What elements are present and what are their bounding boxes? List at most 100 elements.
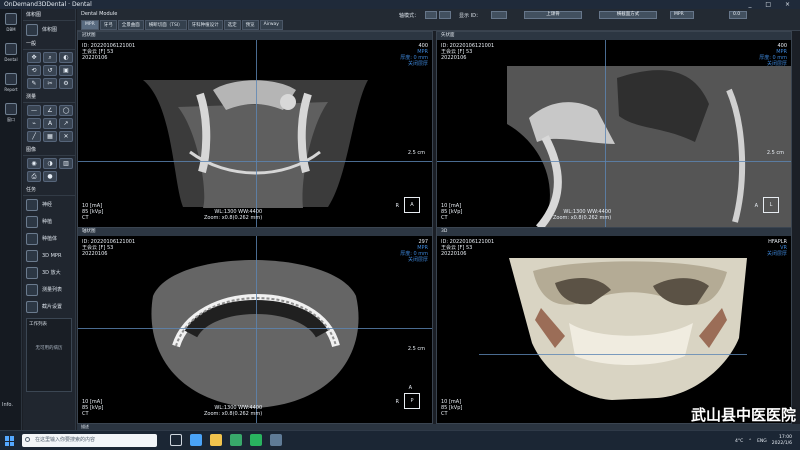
3d-render-info: HFAPLR VR 关闭层厚 [766,239,787,257]
axis-mode-box-2[interactable] [439,11,451,19]
sagittal-cross-horizontal [437,161,791,162]
3d-patient-info: ID: 20220106121001 王会云 [F] 53 20220106 [441,239,495,257]
taskbar-clock[interactable]: 17:00 2022/1/6 [772,435,792,447]
wechat-icon[interactable] [250,434,262,446]
camera-button[interactable]: ◉ [27,158,41,169]
nav-report[interactable]: Report [0,69,22,99]
color-button[interactable]: ● [43,171,57,182]
app-green-icon[interactable] [230,434,242,446]
task-implant-body[interactable]: 种植体 [23,230,75,247]
info-label[interactable]: Info. [2,402,13,408]
cut-tool-button[interactable]: ✂ [43,78,57,89]
mpr-icon [26,249,38,262]
report-icon [5,73,17,85]
coronal-slice-info: 400 MPR 厚度: 0 mm 关闭层厚 [400,43,428,67]
module-toolbar: Dental Module MPR 牙弓 全景曲面 横断切面（TSI） 牙科种植… [77,9,800,31]
tab-select[interactable]: 选定 [223,20,241,30]
search-icon [25,437,30,442]
section-measure-title: 测量 [23,91,75,103]
task-nerve[interactable]: 神经 [23,196,75,213]
line-button[interactable]: ╱ [27,131,41,142]
viewport-sagittal[interactable]: 矢状面 ID: 20220106121001 王会云 [F] 53 20220106… [436,31,792,228]
nav-dental[interactable]: Dental [0,39,22,69]
window-icon [5,103,17,115]
system-tray: 4°C ⌃ ENG 17:00 2022/1/6 [735,433,792,449]
mode-select[interactable]: MPR [670,11,694,19]
task-implant[interactable]: 种植 [23,213,75,230]
coronal-orientation-cube[interactable]: A [404,197,420,213]
tool-panel: 体积图 体积图 一般 ✥ ⌕ ◐ ⟲ ↺ ▣ ✎ ✂ ⚙ 测量 — ∠ ◯ ⌁ A ↗ ╱ ▦ ✕ 图像… [23,9,76,430]
weather-text[interactable]: 4°C [735,439,743,444]
ruler-button[interactable]: — [27,105,41,116]
layout-button[interactable]: ▥ [59,158,73,169]
print-button[interactable]: ⎙ [27,171,41,182]
nav-dbm[interactable]: DBM [0,9,22,39]
sagittal-orientation-left: A [754,203,758,209]
task-3d-mpr[interactable]: 3D MPR [23,247,75,264]
window-controls[interactable]: _ □ × [748,0,796,9]
rotate-tool-button[interactable]: ⟲ [27,65,41,76]
viewport-coronal[interactable]: 冠状图 ID: 20220106121001 王会云 [F] 53 20220106… [77,31,433,228]
axial-slice-info: 297 MPR 厚度: 0 mm 关闭层厚 [400,239,428,263]
capture-tool-button[interactable]: ▣ [59,65,73,76]
cross-section-mode-button[interactable]: 横截面方式 [599,11,657,19]
nav-window[interactable]: 窗口 [0,99,22,129]
module-title: Dental Module [81,11,118,17]
task-cross-section[interactable]: 截片设置 [23,298,75,315]
tab-implant-planning[interactable]: 牙科种植设计 [187,20,223,30]
reset-tool-button[interactable]: ↺ [43,65,57,76]
tooth-icon [5,43,17,55]
window-level-button[interactable]: ◐ [59,52,73,63]
file-explorer-icon[interactable] [210,434,222,446]
arrow-button[interactable]: ↗ [59,118,73,129]
tab-airway[interactable]: Airway [259,20,283,30]
taskbar-apps [170,434,282,446]
invert-button[interactable]: ◑ [43,158,57,169]
settings-tool-button[interactable]: ⚙ [59,78,73,89]
viewport-3d[interactable]: 3D ID: 20220106121001 王会云 [F] 53 20220106 … [436,227,792,424]
tab-arch[interactable]: 牙弓 [99,20,117,30]
task-view-icon[interactable] [170,434,182,446]
zoom-icon [26,266,38,279]
text-button[interactable]: A [43,118,57,129]
upper-jaw-button[interactable]: 上颌骨 [524,11,582,19]
value-input[interactable]: 0.0 [729,11,747,19]
task-measure-list[interactable]: 测量列表 [23,281,75,298]
ondemand-icon[interactable] [270,434,282,446]
3d-scan-info: 10 [mA] 85 [kVp] CT [441,399,463,417]
edge-browser-icon[interactable] [190,434,202,446]
grid-button[interactable]: ▦ [43,131,57,142]
taskbar-search[interactable]: 在这里输入你要搜索的内容 [22,434,157,447]
windows-start-button[interactable] [5,436,15,446]
sagittal-window-info: WL:1300 WW:4400 Zoom: x0.8(0.262 mm) [553,209,612,221]
brush-tool-button[interactable]: ✎ [27,78,41,89]
area-button[interactable]: ◯ [59,105,73,116]
zoom-tool-button[interactable]: ⌕ [43,52,57,63]
axis-mode-box-1[interactable] [425,11,437,19]
angle-button[interactable]: ∠ [43,105,57,116]
tray-arrow-icon[interactable]: ⌃ [748,439,752,444]
image-tools: ◉ ◑ ▥ ⎙ ● [23,156,75,184]
tab-panoramic[interactable]: 全景曲面 [117,20,144,30]
coronal-scale: 2.5 cm [407,150,425,156]
sagittal-orientation-cube[interactable]: L [763,197,779,213]
axis-mode-label: 轴模式： [399,13,420,19]
tab-cross-section[interactable]: 横断切面（TSI） [144,20,187,30]
coronal-patient-info: ID: 20220106121001 王会云 [F] 53 20220106 [82,43,136,61]
language-indicator[interactable]: ENG [757,439,767,444]
axial-orientation-cube[interactable]: P [404,393,420,409]
tab-preview[interactable]: 预览 [241,20,259,30]
axial-scale: 2.5 cm [407,346,425,352]
list-icon [26,283,38,296]
pan-tool-button[interactable]: ✥ [27,52,41,63]
volume-task[interactable]: 体积图 [23,21,75,38]
worklist-empty: 无可用的病历 [35,346,63,351]
sagittal-scale: 2.5 cm [766,150,784,156]
delete-button[interactable]: ✕ [59,131,73,142]
tab-mpr[interactable]: MPR [81,20,99,30]
profile-button[interactable]: ⌁ [27,118,41,129]
volume-icon [26,23,38,36]
display-id-select[interactable] [491,11,507,19]
viewport-axial[interactable]: 轴状图 ID: 20220106121001 王会云 [F] 53 20220106… [77,227,433,424]
task-3d-zoom[interactable]: 3D 放大 [23,264,75,281]
